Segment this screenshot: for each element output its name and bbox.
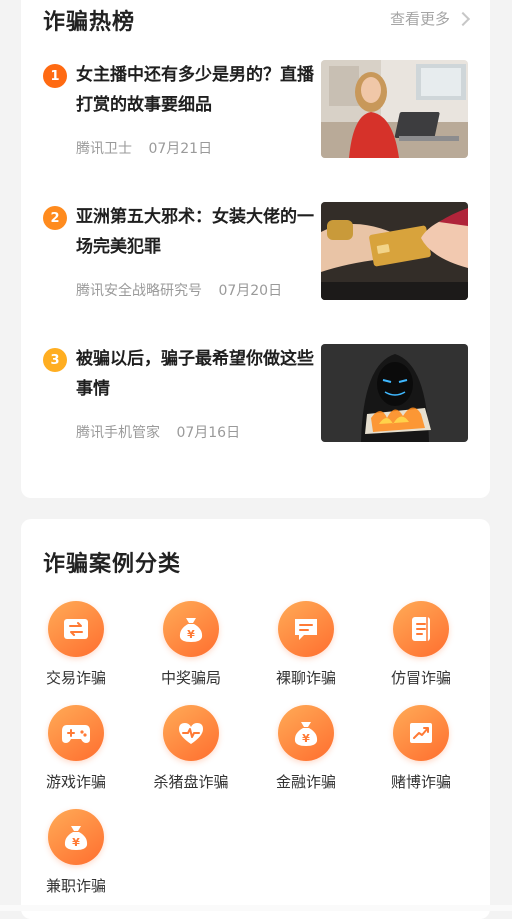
see-more-label: 查看更多 <box>389 10 450 28</box>
article-thumbnail-card-handover <box>321 202 468 300</box>
category-part-time-fraud[interactable]: ¥ 兼职诈骗 <box>21 809 131 899</box>
category-title: 诈骗案例分类 <box>43 552 182 577</box>
article-date: 07月16日 <box>176 425 241 441</box>
article-title: 女主播中还有多少是男的？直播打赏的故事要细品 <box>76 65 314 115</box>
money-bag-icon: ¥ <box>163 601 219 657</box>
hot-article-3[interactable]: 3 被骗以后，骗子最希望你做这些事情 腾讯手机管家 07月16日 <box>21 344 490 446</box>
category-label: 杀猪盘诈骗 <box>153 773 229 791</box>
article-date: 07月21日 <box>148 141 213 157</box>
see-more-link[interactable]: 查看更多 <box>389 8 471 29</box>
article-thumbnail-woman-laptop <box>321 60 468 158</box>
money-bag-icon: ¥ <box>48 809 104 865</box>
exchange-icon <box>48 601 104 657</box>
heart-pulse-icon <box>163 705 219 761</box>
category-label: 游戏诈骗 <box>45 773 106 791</box>
trend-chart-icon <box>393 705 449 761</box>
article-source: 腾讯卫士 <box>76 141 132 157</box>
rank-badge: 2 <box>43 206 67 230</box>
article-source: 腾讯手机管家 <box>76 425 160 441</box>
category-label: 赌博诈骗 <box>390 773 451 791</box>
svg-text:¥: ¥ <box>302 732 310 745</box>
category-prize-scam[interactable]: ¥ 中奖骗局 <box>136 601 246 691</box>
svg-text:¥: ¥ <box>72 836 80 849</box>
category-finance-fraud[interactable]: ¥ 金融诈骗 <box>251 705 361 795</box>
document-copy-icon <box>393 601 449 657</box>
category-label: 金融诈骗 <box>275 773 336 791</box>
article-title: 亚洲第五大邪术：女装大佬的一场完美犯罪 <box>76 207 314 257</box>
category-naked-chat-fraud[interactable]: 裸聊诈骗 <box>251 601 361 691</box>
money-bag-icon: ¥ <box>278 705 334 761</box>
svg-text:¥: ¥ <box>187 628 195 641</box>
article-meta: 腾讯手机管家 07月16日 <box>76 422 240 442</box>
category-impersonation-fraud[interactable]: 仿冒诈骗 <box>366 601 476 691</box>
rank-badge: 3 <box>43 348 67 372</box>
article-thumbnail-hooded-hacker <box>321 344 468 442</box>
hot-list-card: 诈骗热榜 查看更多 1 女主播中还有多少是男的？直播打赏的故事要细品 腾讯卫士 … <box>21 0 490 498</box>
article-source: 腾讯安全战略研究号 <box>76 283 202 299</box>
article-meta: 腾讯安全战略研究号 07月20日 <box>76 280 282 300</box>
article-date: 07月20日 <box>218 283 283 299</box>
category-label: 交易诈骗 <box>45 669 106 687</box>
article-meta: 腾讯卫士 07月21日 <box>76 138 212 158</box>
category-gambling-fraud[interactable]: 赌博诈骗 <box>366 705 476 795</box>
category-label: 仿冒诈骗 <box>390 669 451 687</box>
rank-badge: 1 <box>43 64 67 88</box>
category-card: 诈骗案例分类 交易诈骗 ¥ 中奖骗局 裸聊诈骗 仿冒诈骗 游戏诈骗 杀猪盘诈骗 … <box>21 519 490 919</box>
article-title: 被骗以后，骗子最希望你做这些事情 <box>76 349 314 399</box>
hot-article-1[interactable]: 1 女主播中还有多少是男的？直播打赏的故事要细品 腾讯卫士 07月21日 <box>21 60 490 162</box>
category-trade-fraud[interactable]: 交易诈骗 <box>21 601 131 691</box>
hot-article-2[interactable]: 2 亚洲第五大邪术：女装大佬的一场完美犯罪 腾讯安全战略研究号 07月20日 <box>21 202 490 304</box>
category-pig-butchering-fraud[interactable]: 杀猪盘诈骗 <box>136 705 246 795</box>
category-label: 中奖骗局 <box>160 669 221 687</box>
category-game-fraud[interactable]: 游戏诈骗 <box>21 705 131 795</box>
hot-list-title: 诈骗热榜 <box>43 10 136 35</box>
chat-bubble-icon <box>278 601 334 657</box>
gamepad-icon <box>48 705 104 761</box>
bottom-edge <box>0 905 512 911</box>
chevron-right-icon <box>455 11 471 26</box>
category-label: 兼职诈骗 <box>45 877 106 895</box>
category-label: 裸聊诈骗 <box>275 669 336 687</box>
